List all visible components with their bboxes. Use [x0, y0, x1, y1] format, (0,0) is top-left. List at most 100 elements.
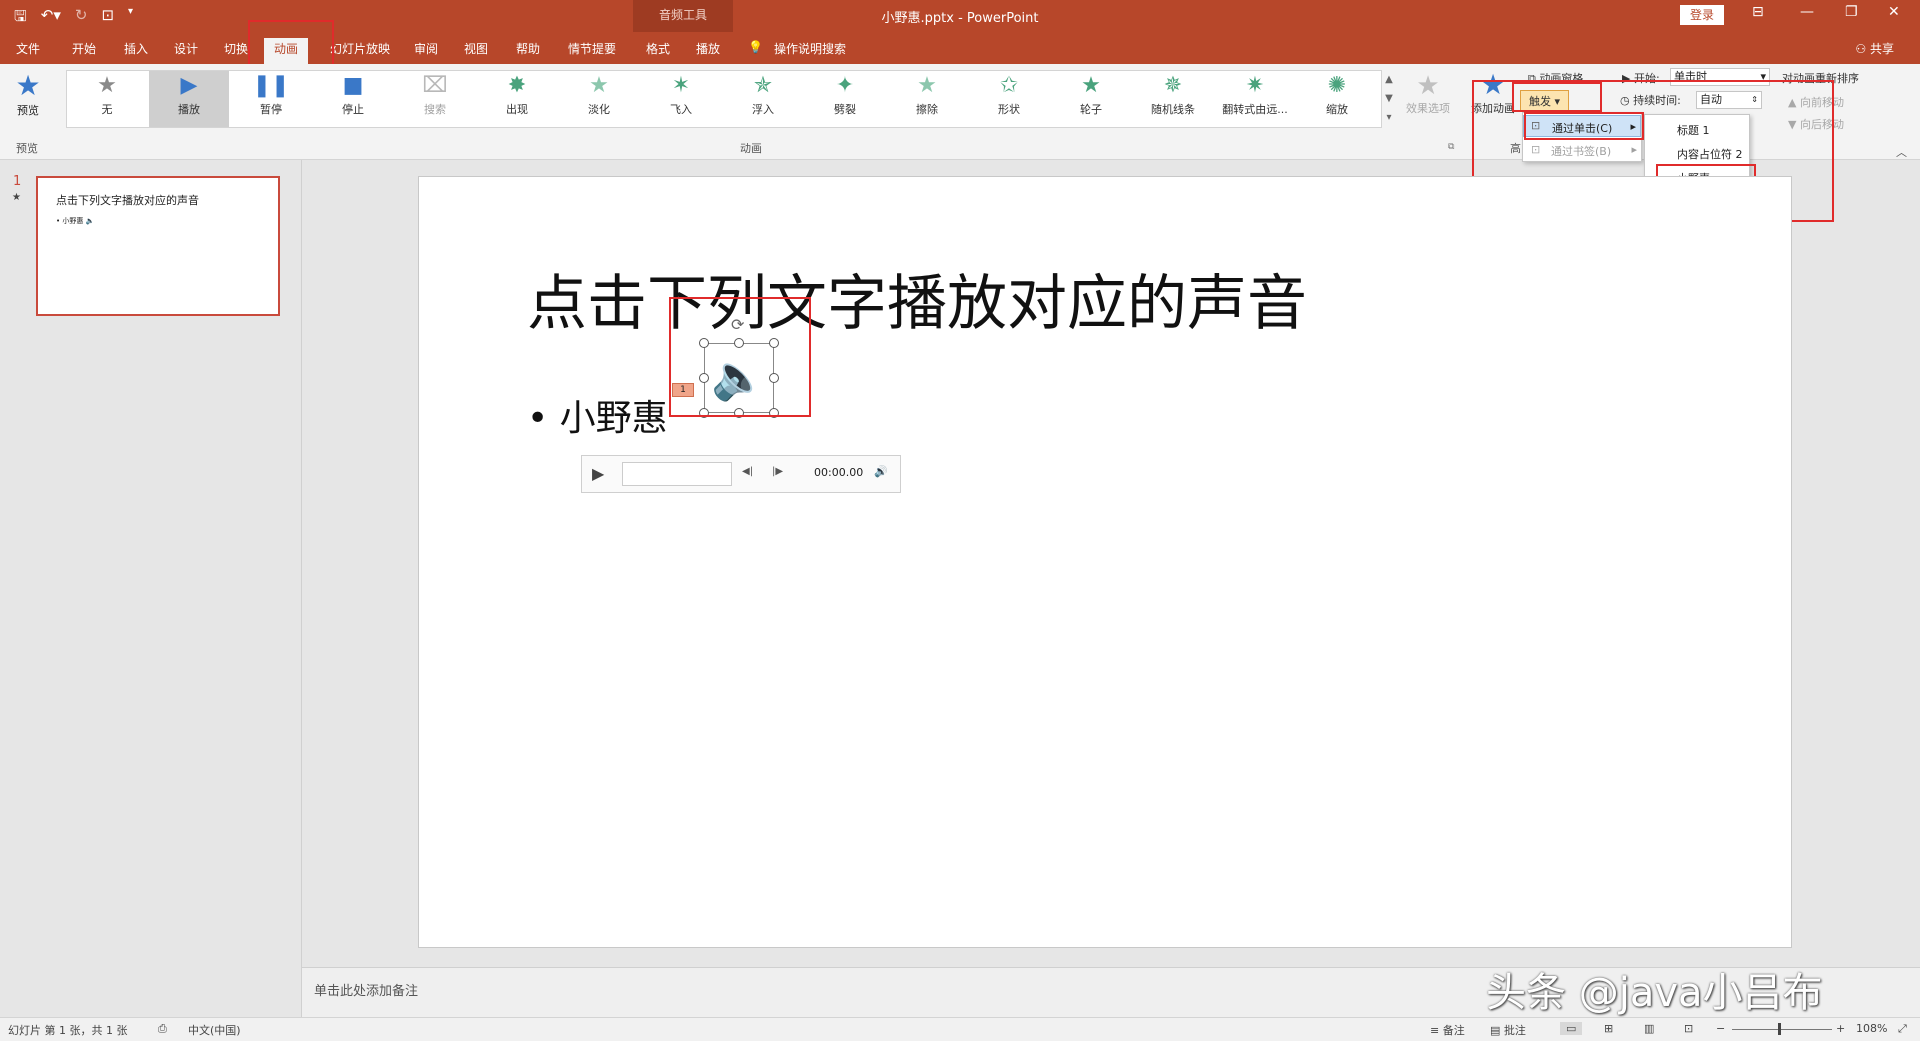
contextual-group-label: 音频工具 [658, 8, 707, 22]
star-random-icon: ✵ [1163, 73, 1183, 98]
audio-player-bar: ▶ ◀| |▶ 00:00.00 🔊 [581, 455, 901, 493]
login-button[interactable]: 登录 [1680, 5, 1724, 25]
player-volume-icon[interactable]: 🔊 [874, 465, 888, 478]
player-play-icon[interactable]: ▶ [592, 464, 604, 483]
comments-button[interactable]: ▤ 批注 [1490, 1022, 1526, 1038]
restore-icon[interactable]: ❐ [1845, 4, 1858, 20]
gallery-item-random-bars[interactable]: ✵ 随机线条 [1133, 71, 1213, 127]
star-split-icon: ✦ [835, 73, 855, 98]
minimize-icon[interactable]: — [1800, 4, 1814, 20]
preview-group-label: 预览 [16, 142, 38, 155]
slideshow-icon[interactable]: ⊡ [1684, 1022, 1693, 1035]
gallery-item-wipe[interactable]: ★ 擦除 [887, 71, 967, 127]
gallery-item-split[interactable]: ✦ 劈裂 [805, 71, 885, 127]
slide-sorter-icon[interactable]: ⊞ [1604, 1022, 1613, 1035]
slide-title[interactable]: 点击下列文字播放对应的声音 [527, 255, 1307, 342]
customize-qat-icon[interactable]: ▾ [128, 6, 133, 31]
status-bar: 幻灯片 第 1 张，共 1 张 ⎙ 中文(中国) ≡ 备注 ▤ 批注 ▭ ⊞ ▥… [0, 1017, 1920, 1041]
slide-bullet[interactable]: • 小野惠 [527, 389, 668, 441]
close-icon[interactable]: ✕ [1888, 4, 1900, 20]
gallery-label: 翻转式由远... [1222, 103, 1288, 116]
player-timeline[interactable] [622, 462, 732, 486]
gallery-item-zoom[interactable]: ✺ 缩放 [1297, 71, 1377, 127]
tab-design[interactable]: 设计 [174, 40, 198, 57]
tab-storyboard[interactable]: 情节提要 [568, 40, 616, 57]
gallery-label: 飞入 [670, 103, 692, 116]
gallery-label: 无 [101, 103, 113, 116]
gallery-item-wheel[interactable]: ★ 轮子 [1051, 71, 1131, 127]
star-fly-icon: ✶ [671, 73, 691, 98]
gallery-more-icon[interactable]: ▾ [1380, 108, 1398, 127]
star-wipe-icon: ★ [917, 73, 937, 98]
gallery-item-none[interactable]: ★ 无 [67, 71, 147, 127]
ribbon-display-icon[interactable]: ⊟ [1752, 4, 1764, 20]
player-forward-icon[interactable]: |▶ [772, 466, 783, 477]
tab-help[interactable]: 帮助 [516, 40, 540, 57]
share-button[interactable]: ⚇ 共享 [1855, 40, 1894, 57]
tab-file[interactable]: 文件 [16, 40, 40, 57]
normal-view-icon[interactable]: ▭ [1560, 1022, 1583, 1035]
language-indicator[interactable]: 中文(中国) [188, 1022, 241, 1038]
chevron-up-icon[interactable]: ▲ [1380, 70, 1398, 89]
present-icon[interactable]: ⊡ [101, 6, 114, 31]
preview-button[interactable]: ★ 预览 [8, 70, 48, 132]
tab-slideshow[interactable]: 幻灯片放映 [330, 40, 390, 57]
gallery-label: 缩放 [1326, 103, 1348, 116]
dialog-launcher-icon[interactable]: ⧉ [1448, 142, 1454, 152]
tab-view[interactable]: 视图 [464, 40, 488, 57]
star-flip-icon: ✷ [1245, 73, 1265, 98]
gallery-item-seek[interactable]: ⌧ 搜索 [395, 71, 475, 127]
gallery-item-fade[interactable]: ★ 淡化 [559, 71, 639, 127]
reading-view-icon[interactable]: ▥ [1644, 1022, 1654, 1035]
zoom-slider-thumb[interactable] [1778, 1023, 1781, 1035]
gallery-label: 停止 [342, 103, 364, 116]
gallery-label: 播放 [178, 103, 200, 116]
notes-placeholder[interactable]: 单击此处添加备注 [314, 980, 418, 999]
highlight-box-by-click [1524, 112, 1644, 140]
gallery-item-float-in[interactable]: ✯ 浮入 [723, 71, 803, 127]
gallery-label: 淡化 [588, 103, 610, 116]
gallery-item-pause[interactable]: ❚❚ 暂停 [231, 71, 311, 127]
star-fade-icon: ★ [589, 73, 609, 98]
tab-playback[interactable]: 播放 [696, 40, 720, 57]
tab-insert[interactable]: 插入 [124, 40, 148, 57]
save-icon[interactable]: 🖫 [14, 6, 27, 31]
redo-icon[interactable]: ↻ [75, 6, 88, 31]
zoom-slider[interactable] [1732, 1029, 1832, 1030]
effect-star-icon: ★ [1416, 71, 1440, 101]
effect-options-button[interactable]: ★ 效果选项 [1400, 72, 1456, 116]
slide-thumbnail[interactable]: 点击下列文字播放对应的声音 • 小野惠 🔈 [36, 176, 280, 316]
animation-group-label: 动画 [740, 142, 762, 155]
gallery-label: 劈裂 [834, 103, 856, 116]
chevron-down-icon[interactable]: ▼ [1380, 89, 1398, 108]
player-back-icon[interactable]: ◀| [742, 466, 753, 477]
star-shape-icon: ✩ [999, 73, 1019, 98]
tab-home[interactable]: 开始 [72, 40, 96, 57]
comments-label: 批注 [1503, 1024, 1526, 1037]
zoom-out-icon[interactable]: − [1716, 1022, 1725, 1035]
gallery-item-play[interactable]: ▶ 播放 [149, 71, 229, 127]
tab-transitions[interactable]: 切换 [224, 40, 248, 57]
gallery-item-shape[interactable]: ✩ 形状 [969, 71, 1049, 127]
notes-button[interactable]: ≡ 备注 [1430, 1022, 1465, 1038]
zoom-in-icon[interactable]: + [1836, 1022, 1845, 1035]
gallery-item-stop[interactable]: ■ 停止 [313, 71, 393, 127]
undo-icon[interactable]: ↶▾ [41, 6, 61, 31]
gallery-label: 形状 [998, 103, 1020, 116]
gallery-item-grow-turn[interactable]: ✷ 翻转式由远... [1215, 71, 1295, 127]
gallery-scroll[interactable]: ▲ ▼ ▾ [1380, 70, 1398, 128]
tab-review[interactable]: 审阅 [414, 40, 438, 57]
gallery-item-appear[interactable]: ✸ 出现 [477, 71, 557, 127]
collapse-ribbon-icon[interactable]: ︿ [1896, 144, 1907, 160]
gallery-item-fly-in[interactable]: ✶ 飞入 [641, 71, 721, 127]
gallery-label: 擦除 [916, 103, 938, 116]
slide-canvas[interactable]: 点击下列文字播放对应的声音 • 小野惠 1 🔈 ⟳ ▶ ◀| |▶ 00:00.… [418, 176, 1792, 948]
tab-format[interactable]: 格式 [646, 40, 670, 57]
person-icon: ⚇ [1855, 42, 1870, 56]
tell-me-search[interactable]: 操作说明搜索 [774, 40, 846, 57]
star-gray-icon: ★ [97, 73, 117, 98]
zoom-level[interactable]: 108% [1856, 1022, 1887, 1035]
spellcheck-icon[interactable]: ⎙ [158, 1022, 167, 1036]
fit-to-window-icon[interactable]: ⤢ [1898, 1022, 1907, 1036]
thumbnail-title: 点击下列文字播放对应的声音 [56, 194, 199, 207]
